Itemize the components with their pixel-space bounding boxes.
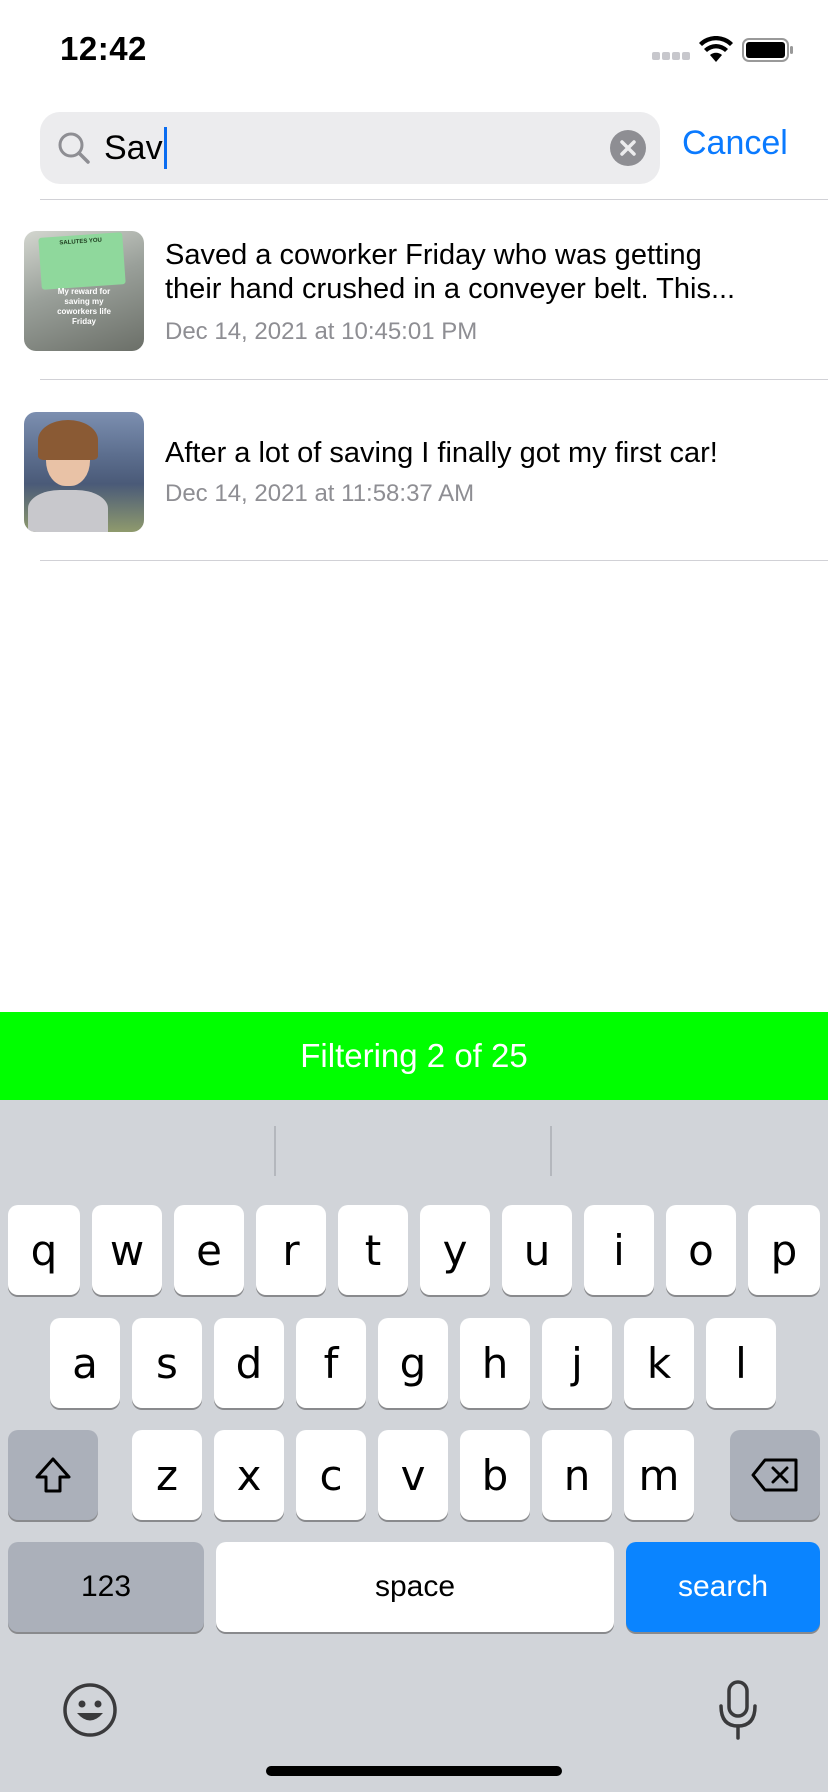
key-z[interactable]: z bbox=[132, 1430, 202, 1520]
key-n[interactable]: n bbox=[542, 1430, 612, 1520]
thumbnail-caption-line: saving my bbox=[64, 297, 104, 306]
result-title-line-2: their hand crushed in a conveyer belt. T… bbox=[165, 273, 736, 305]
key-t[interactable]: t bbox=[338, 1205, 408, 1295]
emoji-icon[interactable] bbox=[62, 1682, 118, 1738]
shift-icon bbox=[35, 1457, 71, 1493]
search-icon bbox=[58, 132, 90, 164]
result-title: After a lot of saving I finally got my f… bbox=[165, 437, 718, 469]
suggestion-separator bbox=[550, 1126, 552, 1176]
shift-key[interactable] bbox=[8, 1430, 98, 1520]
wifi-icon bbox=[699, 36, 733, 62]
home-indicator[interactable] bbox=[266, 1766, 562, 1776]
hair-shape bbox=[38, 420, 98, 460]
result-title-line-1: Saved a coworker Friday who was getting bbox=[165, 239, 702, 271]
status-time: 12:42 bbox=[60, 30, 147, 67]
cellular-signal-icon bbox=[652, 52, 692, 62]
space-key[interactable]: space bbox=[216, 1542, 614, 1632]
key-p[interactable]: p bbox=[748, 1205, 820, 1295]
shoulders-shape bbox=[28, 490, 108, 532]
result-date: Dec 14, 2021 at 11:58:37 AM bbox=[165, 480, 475, 507]
key-r[interactable]: r bbox=[256, 1205, 326, 1295]
thumbnail-caption-line: My reward for bbox=[57, 287, 111, 296]
search-input-value: Sav bbox=[104, 128, 163, 167]
key-f[interactable]: f bbox=[296, 1318, 366, 1408]
list-item-result-1[interactable]: SALUTES YOU My reward for saving my cowo… bbox=[0, 200, 828, 380]
filter-status-banner: Filtering 2 of 25 bbox=[0, 1012, 828, 1100]
key-s[interactable]: s bbox=[132, 1318, 202, 1408]
key-i[interactable]: i bbox=[584, 1205, 654, 1295]
result-thumbnail bbox=[24, 412, 144, 532]
key-b[interactable]: b bbox=[460, 1430, 530, 1520]
search-input[interactable]: Sav bbox=[104, 122, 584, 174]
divider bbox=[40, 560, 828, 561]
key-e[interactable]: e bbox=[174, 1205, 244, 1295]
result-date: Dec 14, 2021 at 10:45:01 PM bbox=[165, 318, 478, 345]
thumbnail-caption-line: coworkers life bbox=[57, 307, 111, 316]
search-key[interactable]: search bbox=[626, 1542, 820, 1632]
key-d[interactable]: d bbox=[214, 1318, 284, 1408]
delete-key[interactable] bbox=[730, 1430, 820, 1520]
key-a[interactable]: a bbox=[50, 1318, 120, 1408]
backspace-icon bbox=[751, 1458, 798, 1492]
thumbnail-caption-line: Friday bbox=[71, 317, 96, 326]
key-y[interactable]: y bbox=[420, 1205, 490, 1295]
thumbnail-caption-line: SALUTES YOU bbox=[59, 237, 103, 247]
status-bar: 12:42 bbox=[0, 0, 828, 100]
result-thumbnail: SALUTES YOU My reward for saving my cowo… bbox=[24, 231, 144, 351]
key-h[interactable]: h bbox=[460, 1318, 530, 1408]
key-l[interactable]: l bbox=[706, 1318, 776, 1408]
clear-text-icon[interactable] bbox=[610, 130, 646, 166]
cancel-button[interactable]: Cancel bbox=[682, 124, 788, 163]
battery-icon bbox=[742, 38, 793, 62]
microphone-icon[interactable] bbox=[714, 1678, 762, 1742]
ticket-image: SALUTES YOU bbox=[38, 232, 126, 290]
key-c[interactable]: c bbox=[296, 1430, 366, 1520]
key-g[interactable]: g bbox=[378, 1318, 448, 1408]
suggestion-separator bbox=[274, 1126, 276, 1176]
list-item-result-2[interactable]: After a lot of saving I finally got my f… bbox=[0, 380, 828, 560]
key-m[interactable]: m bbox=[624, 1430, 694, 1520]
keyboard: q w e r t y u i o p a s d f g h j k l z … bbox=[0, 1100, 828, 1792]
key-q[interactable]: q bbox=[8, 1205, 80, 1295]
text-caret bbox=[163, 127, 167, 169]
thumbnail-caption: My reward for saving my coworkers life F… bbox=[24, 287, 144, 327]
numbers-key[interactable]: 123 bbox=[8, 1542, 204, 1632]
key-j[interactable]: j bbox=[542, 1318, 612, 1408]
search-field[interactable]: Sav bbox=[40, 112, 660, 184]
key-k[interactable]: k bbox=[624, 1318, 694, 1408]
key-w[interactable]: w bbox=[92, 1205, 162, 1295]
key-v[interactable]: v bbox=[378, 1430, 448, 1520]
key-o[interactable]: o bbox=[666, 1205, 736, 1295]
key-u[interactable]: u bbox=[502, 1205, 572, 1295]
key-x[interactable]: x bbox=[214, 1430, 284, 1520]
